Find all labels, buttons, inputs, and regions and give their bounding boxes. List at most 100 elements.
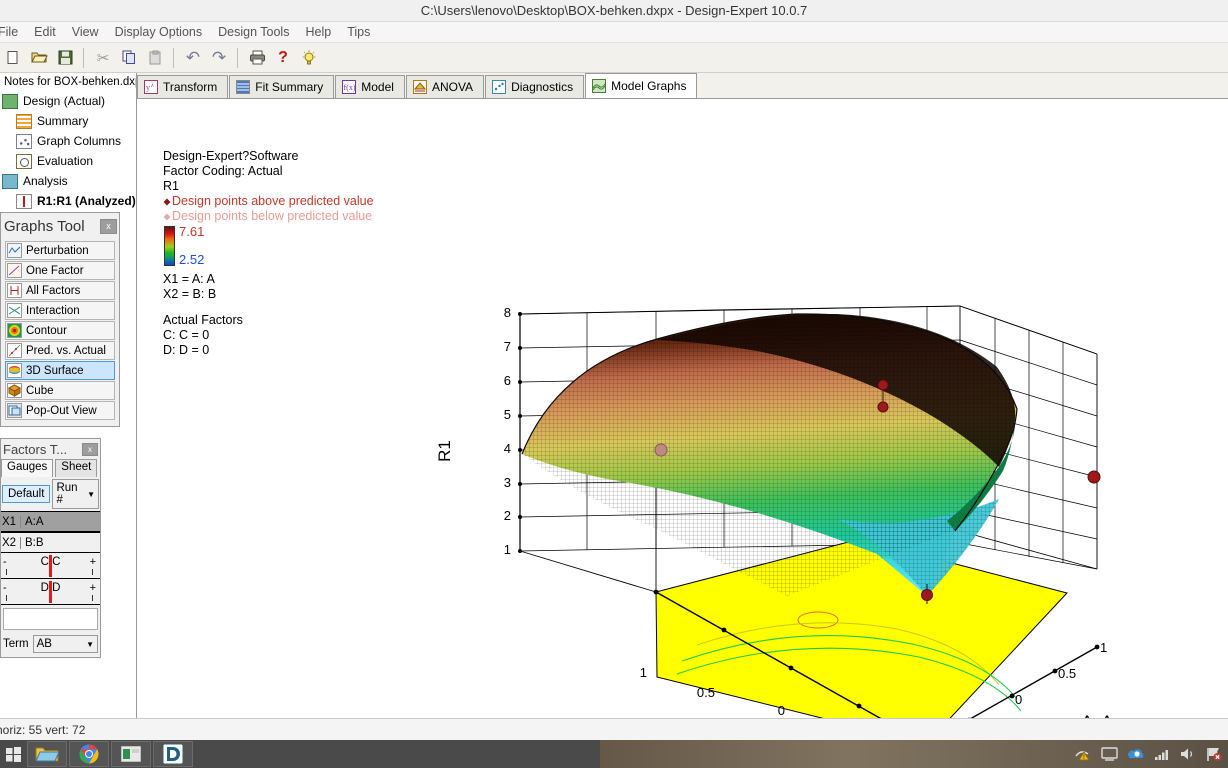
graph-button-label: All Factors xyxy=(26,284,81,297)
cut-icon[interactable]: ✂ xyxy=(91,46,115,70)
tree-item-evaluation[interactable]: Evaluation xyxy=(0,151,136,171)
y-tick-label: 1 xyxy=(640,665,647,680)
tree-item-summary[interactable]: Summary xyxy=(0,111,136,131)
surface-3d-chart[interactable]: 8 7 6 5 4 3 2 1 R1 1 0.5 0 1 0.5 0 xyxy=(137,99,1228,718)
status-bar: horiz: 55 vert: 72 xyxy=(0,718,1228,740)
tab-transform[interactable]: yλ Transform xyxy=(137,75,229,98)
tab-gauges[interactable]: Gauges xyxy=(1,459,54,477)
design-expert-icon[interactable] xyxy=(153,741,193,767)
save-icon[interactable] xyxy=(53,46,77,70)
print-icon[interactable] xyxy=(245,46,269,70)
factor-slider-d[interactable]: - D:D + xyxy=(1,579,100,605)
tree-item-r1-analyzed[interactable]: R1:R1 (Analyzed) xyxy=(0,191,136,211)
tab-model[interactable]: f(x) Model xyxy=(335,75,405,98)
sync-icon[interactable] xyxy=(1127,746,1144,763)
design-point-below[interactable] xyxy=(654,443,668,457)
design-point-above[interactable] xyxy=(877,401,889,413)
graph-button-interaction[interactable]: Interaction xyxy=(5,301,115,320)
redo-icon[interactable]: ↷ xyxy=(207,46,231,70)
volume-icon[interactable] xyxy=(1179,746,1196,763)
graph-button-label: One Factor xyxy=(26,264,84,277)
analysis-tab-bar: yλ Transform Fit Summary f(x) Model ANOV… xyxy=(137,73,1228,99)
graph-button-contour[interactable]: Contour xyxy=(5,321,115,340)
design-point-above[interactable] xyxy=(1087,470,1101,484)
model-graphs-icon xyxy=(592,79,607,93)
default-button[interactable]: Default xyxy=(2,485,51,503)
x-tick-label: 1 xyxy=(1100,640,1107,655)
action-center-icon[interactable] xyxy=(1205,746,1222,763)
graph-button-all-factors[interactable]: All Factors xyxy=(5,281,115,300)
menu-item-file[interactable]: File xyxy=(0,23,26,41)
close-icon[interactable]: x xyxy=(100,218,117,234)
term-select[interactable]: AB ▼ xyxy=(32,635,98,653)
tab-fit-summary[interactable]: Fit Summary xyxy=(229,75,335,98)
popout-view-icon xyxy=(7,403,22,418)
paste-icon[interactable] xyxy=(143,46,167,70)
tab-label: Fit Summary xyxy=(255,80,324,94)
factors-tool-controls: Default Run # ▼ xyxy=(1,477,100,511)
menu-item-tips[interactable]: Tips xyxy=(339,23,378,41)
axis-slot-x1[interactable]: X1 A:A xyxy=(1,511,100,532)
axis-slot-x2[interactable]: X2 B:B xyxy=(1,532,100,553)
graph-button-label: Pred. vs. Actual xyxy=(26,344,106,357)
signal-icon[interactable] xyxy=(1153,746,1170,763)
menu-item-edit[interactable]: Edit xyxy=(26,23,64,41)
z-tick-label: 6 xyxy=(504,373,511,388)
graphs-tool-panel: Graphs Tool x Perturbation One Factor Al… xyxy=(0,212,120,427)
svg-text:f(x): f(x) xyxy=(344,83,356,92)
tree-item-label: Graph Columns xyxy=(37,134,122,148)
tree-item-analysis[interactable]: Analysis xyxy=(0,171,136,191)
tab-diagnostics[interactable]: Diagnostics xyxy=(485,75,585,98)
model-fx-icon: f(x) xyxy=(342,80,357,94)
close-icon[interactable]: x xyxy=(82,442,98,456)
new-icon[interactable] xyxy=(1,46,25,70)
factors-tool-blank-field[interactable] xyxy=(3,608,98,630)
monitor-icon[interactable] xyxy=(1101,746,1118,763)
pred-vs-actual-icon xyxy=(7,343,22,358)
help-icon[interactable]: ? xyxy=(271,46,295,70)
start-button[interactable] xyxy=(1,741,25,767)
graph-button-cube[interactable]: Cube xyxy=(5,381,115,400)
tip-bulb-icon[interactable] xyxy=(297,46,321,70)
design-point-above[interactable] xyxy=(921,589,933,601)
chrome-icon[interactable] xyxy=(69,741,109,767)
factor-slider-c[interactable]: - C:C + xyxy=(1,553,100,579)
tab-model-graphs[interactable]: Model Graphs xyxy=(585,73,698,98)
undo-icon[interactable]: ↶ xyxy=(181,46,205,70)
tree-item-design-actual[interactable]: Design (Actual) xyxy=(0,91,136,111)
summary-icon xyxy=(16,113,32,129)
menu-item-design-tools[interactable]: Design Tools xyxy=(210,23,297,41)
slider-handle[interactable] xyxy=(49,555,52,577)
graph-button-3d-surface[interactable]: 3D Surface xyxy=(5,361,115,380)
tab-sheet[interactable]: Sheet xyxy=(55,459,98,477)
anova-icon xyxy=(412,80,427,94)
x-tick-label: 0.5 xyxy=(1058,666,1076,681)
menu-item-display-options[interactable]: Display Options xyxy=(107,23,211,41)
menu-item-help[interactable]: Help xyxy=(297,23,339,41)
cursor-position-status: horiz: 55 vert: 72 xyxy=(0,723,86,737)
menu-item-view[interactable]: View xyxy=(64,23,107,41)
transform-icon: yλ xyxy=(144,80,158,94)
model-graph-plot-area[interactable]: Design-Expert?Software Factor Coding: Ac… xyxy=(137,99,1228,718)
app-window-icon[interactable] xyxy=(111,741,151,767)
tree-item-graph-columns[interactable]: Graph Columns xyxy=(0,131,136,151)
run-number-select[interactable]: Run # ▼ xyxy=(52,479,99,509)
toolbar-separator-2 xyxy=(173,47,175,68)
graph-button-label: 3D Surface xyxy=(26,364,84,377)
term-value: AB xyxy=(36,638,52,650)
graph-button-popout-view[interactable]: Pop-Out View xyxy=(5,401,115,420)
graph-button-one-factor[interactable]: One Factor xyxy=(5,261,115,280)
system-tray: ! xyxy=(1075,740,1222,768)
copy-icon[interactable] xyxy=(117,46,141,70)
svg-text:y: y xyxy=(146,83,150,92)
open-folder-icon[interactable] xyxy=(27,46,51,70)
graph-button-pred-vs-actual[interactable]: Pred. vs. Actual xyxy=(5,341,115,360)
cube-icon xyxy=(7,383,22,398)
design-point-above[interactable] xyxy=(877,379,889,391)
network-warning-icon[interactable]: ! xyxy=(1075,746,1092,763)
graph-button-perturbation[interactable]: Perturbation xyxy=(5,241,115,260)
file-explorer-icon[interactable] xyxy=(27,741,67,767)
tab-anova[interactable]: ANOVA xyxy=(405,75,485,98)
notes-label[interactable]: Notes for BOX-behken.dxp xyxy=(0,73,136,91)
slider-handle[interactable] xyxy=(49,581,52,603)
